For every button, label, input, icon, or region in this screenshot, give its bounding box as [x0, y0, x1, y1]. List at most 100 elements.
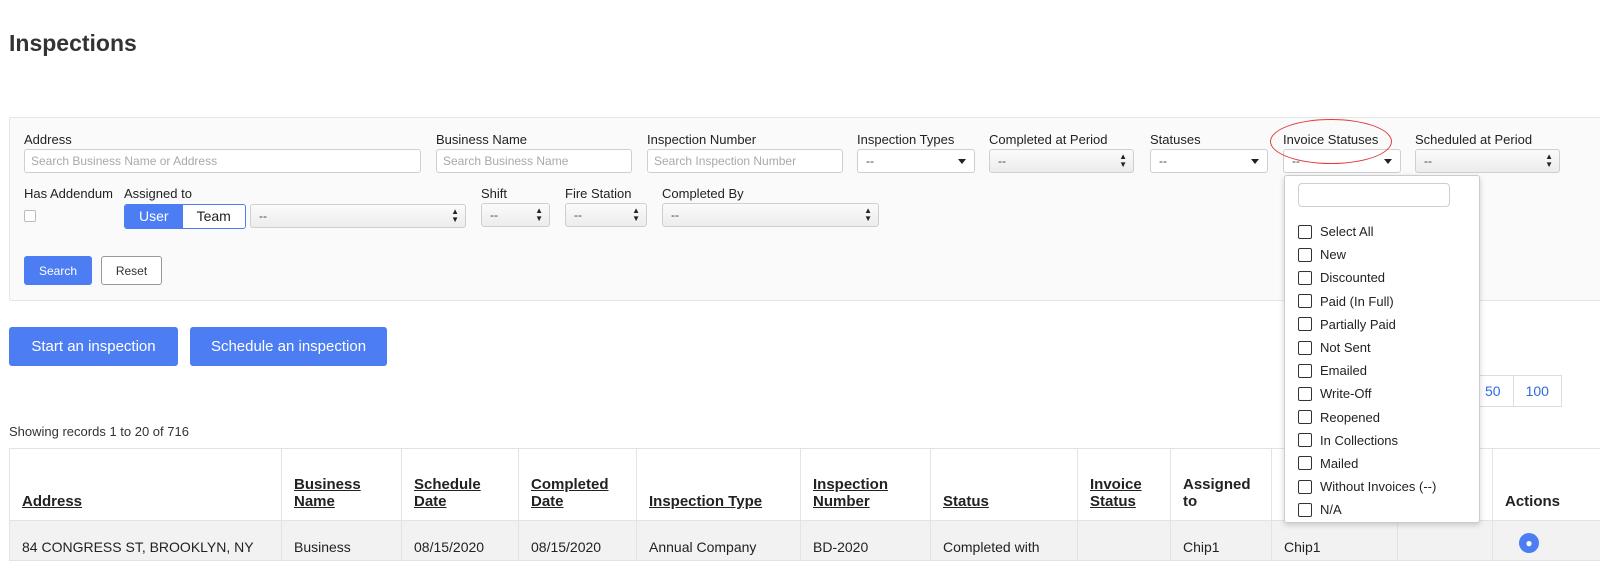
- col-header-completed-date[interactable]: Completed Date: [519, 449, 637, 521]
- inspection-types-value: --: [866, 154, 874, 168]
- col-header-inspection-type[interactable]: Inspection Type: [637, 449, 801, 521]
- checkbox-icon: [1298, 341, 1312, 355]
- option-reopened[interactable]: Reopened: [1298, 406, 1436, 429]
- scheduled-period-label: Scheduled at Period: [1415, 131, 1560, 149]
- assigned-to-select[interactable]: -- ▲▼: [250, 204, 466, 228]
- updown-arrows-icon: ▲▼: [535, 207, 543, 223]
- option-label: New: [1320, 247, 1346, 262]
- col-header-inspection-number[interactable]: Inspection Number: [801, 449, 931, 521]
- inspection-number-label: Inspection Number: [647, 131, 843, 149]
- chevron-down-icon: [1251, 159, 1259, 164]
- completed-by-select[interactable]: -- ▲▼: [662, 203, 879, 227]
- completed-by-value: --: [671, 208, 679, 222]
- assigned-to-value: --: [259, 209, 267, 223]
- shift-filter: Shift -- ▲▼: [481, 185, 550, 227]
- option-label: Not Sent: [1320, 340, 1371, 355]
- col-header-status[interactable]: Status: [931, 449, 1078, 521]
- option-paid-in-full[interactable]: Paid (In Full): [1298, 290, 1436, 313]
- option-select-all[interactable]: Select All: [1298, 220, 1436, 243]
- option-discounted[interactable]: Discounted: [1298, 266, 1436, 289]
- option-mailed[interactable]: Mailed: [1298, 452, 1436, 475]
- col-header-schedule-date[interactable]: Schedule Date: [402, 449, 519, 521]
- team-toggle-button[interactable]: Team: [183, 205, 245, 228]
- checkbox-icon: [1298, 248, 1312, 262]
- option-write-off[interactable]: Write-Off: [1298, 382, 1436, 405]
- checkbox-icon: [1298, 225, 1312, 239]
- col-header-invoice-status[interactable]: Invoice Status: [1078, 449, 1171, 521]
- has-addendum-label: Has Addendum: [24, 185, 113, 203]
- option-not-sent[interactable]: Not Sent: [1298, 336, 1436, 359]
- updown-arrows-icon: ▲▼: [632, 207, 640, 223]
- shift-select[interactable]: -- ▲▼: [481, 203, 550, 227]
- page-size-100[interactable]: 100: [1514, 375, 1562, 407]
- has-addendum-filter: Has Addendum: [24, 185, 113, 222]
- option-label: Discounted: [1320, 270, 1385, 285]
- col-header-assigned-to: Assigned to: [1171, 449, 1272, 521]
- option-na[interactable]: N/A: [1298, 498, 1436, 521]
- option-emailed[interactable]: Emailed: [1298, 359, 1436, 382]
- option-label: Paid (In Full): [1320, 294, 1394, 309]
- checkbox-icon: [1298, 433, 1312, 447]
- completed-period-filter: Completed at Period -- ▲▼: [989, 131, 1134, 173]
- user-toggle-button[interactable]: User: [125, 205, 183, 228]
- view-action-icon[interactable]: ●: [1519, 533, 1539, 553]
- checkbox-icon: [1298, 387, 1312, 401]
- scheduled-period-select[interactable]: -- ▲▼: [1415, 149, 1560, 173]
- page-title: Inspections: [9, 30, 137, 57]
- completed-period-select[interactable]: -- ▲▼: [989, 149, 1134, 173]
- records-count: Showing records 1 to 20 of 716: [9, 424, 189, 439]
- dropdown-search-input[interactable]: [1298, 183, 1450, 207]
- fire-station-select[interactable]: -- ▲▼: [565, 203, 647, 227]
- col-header-business-name[interactable]: Business Name: [282, 449, 402, 521]
- assigned-to-toggle: User Team: [124, 204, 246, 229]
- business-name-filter: Business Name: [436, 131, 632, 173]
- chevron-down-icon: [1384, 159, 1392, 164]
- shift-label: Shift: [481, 185, 550, 203]
- address-search-input[interactable]: [24, 149, 421, 173]
- statuses-label: Statuses: [1150, 131, 1268, 149]
- option-label: Without Invoices (--): [1320, 479, 1436, 494]
- completed-period-value: --: [998, 154, 1006, 168]
- option-label: Reopened: [1320, 410, 1380, 425]
- start-inspection-button[interactable]: Start an inspection: [9, 327, 178, 366]
- statuses-value: --: [1159, 154, 1167, 168]
- checkbox-icon: [1298, 410, 1312, 424]
- checkbox-icon: [1298, 480, 1312, 494]
- statuses-select[interactable]: --: [1150, 149, 1268, 173]
- schedule-inspection-button[interactable]: Schedule an inspection: [190, 327, 387, 366]
- invoice-statuses-dropdown: Select All New Discounted Paid (In Full)…: [1284, 175, 1480, 523]
- checkbox-icon: [1298, 364, 1312, 378]
- option-label: In Collections: [1320, 433, 1398, 448]
- checkbox-icon: [1298, 317, 1312, 331]
- checkbox-icon: [1298, 503, 1312, 517]
- col-header-address[interactable]: Address: [10, 449, 282, 521]
- inspection-types-filter: Inspection Types --: [857, 131, 975, 173]
- option-label: Partially Paid: [1320, 317, 1396, 332]
- fire-station-label: Fire Station: [565, 185, 647, 203]
- option-label: N/A: [1320, 502, 1342, 517]
- assigned-to-filter: Assigned to: [124, 185, 192, 203]
- option-without-invoices[interactable]: Without Invoices (--): [1298, 475, 1436, 498]
- scheduled-period-filter: Scheduled at Period -- ▲▼: [1415, 131, 1560, 173]
- col-header-actions: Actions: [1493, 449, 1600, 521]
- option-partially-paid[interactable]: Partially Paid: [1298, 313, 1436, 336]
- checkbox-icon: [1298, 456, 1312, 470]
- assigned-to-label: Assigned to: [124, 185, 192, 203]
- shift-value: --: [490, 208, 498, 222]
- option-label: Emailed: [1320, 363, 1367, 378]
- completed-by-label: Completed By: [662, 185, 879, 203]
- inspection-types-select[interactable]: --: [857, 149, 975, 173]
- inspection-number-search-input[interactable]: [647, 149, 843, 173]
- fire-station-filter: Fire Station -- ▲▼: [565, 185, 647, 227]
- reset-button[interactable]: Reset: [101, 256, 162, 285]
- search-button[interactable]: Search: [24, 256, 92, 285]
- option-label: Select All: [1320, 224, 1373, 239]
- option-in-collections[interactable]: In Collections: [1298, 429, 1436, 452]
- updown-arrows-icon: ▲▼: [864, 207, 872, 223]
- option-label: Mailed: [1320, 456, 1358, 471]
- scheduled-period-value: --: [1424, 154, 1432, 168]
- option-new[interactable]: New: [1298, 243, 1436, 266]
- business-name-search-input[interactable]: [436, 149, 632, 173]
- completed-by-filter: Completed By -- ▲▼: [662, 185, 879, 227]
- has-addendum-checkbox[interactable]: [24, 210, 36, 222]
